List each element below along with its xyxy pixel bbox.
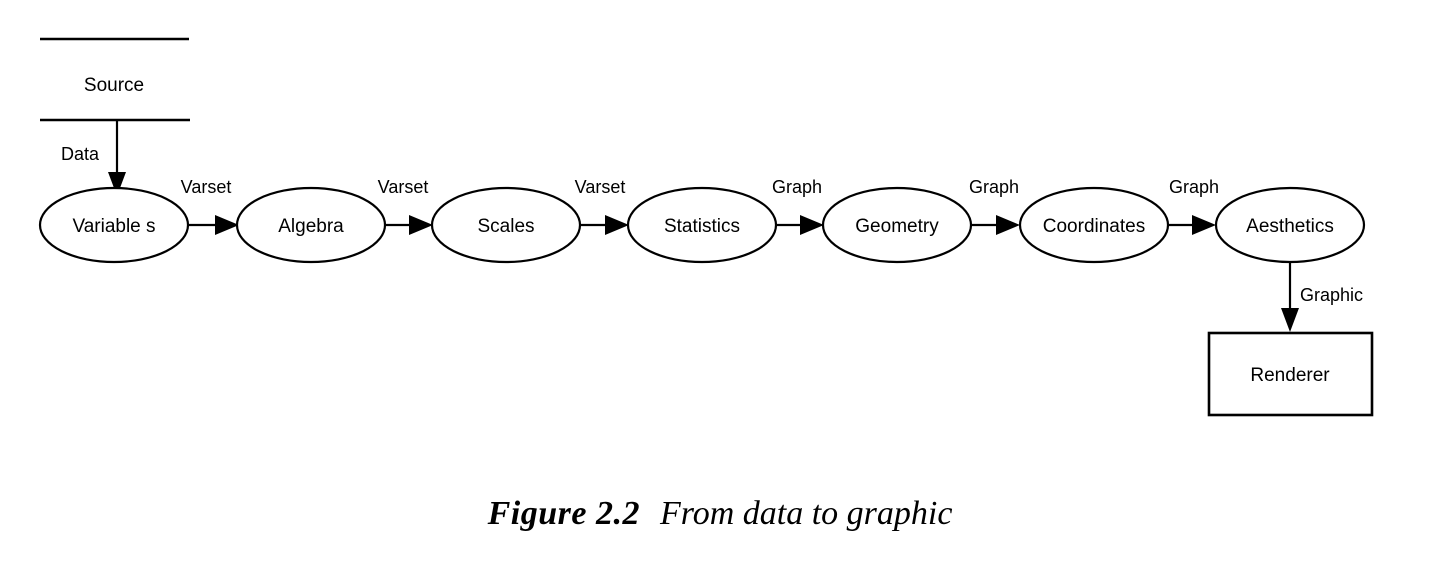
source-table-header: Source [40,37,190,122]
figure-caption-text: From data to graphic [659,495,953,532]
figure-container: Source Data Variable s Varset Algebra Va… [0,0,1440,583]
node-algebra[interactable]: Algebra [235,186,387,264]
edge-5-arrowhead-icon [996,215,1020,235]
edge-label-varset-2: Varset [378,177,429,197]
figure-caption-number: Figure 2.2 [487,495,640,532]
edge-label-data: Data [61,144,100,164]
node-coordinates-label: Coordinates [1043,216,1145,237]
node-renderer[interactable]: Renderer [1207,331,1374,417]
node-scales-label: Scales [477,216,534,237]
edge-label-graph-1: Graph [772,177,822,197]
node-variables-label: Variable s [72,216,155,237]
node-renderer-label: Renderer [1250,365,1330,386]
edge-source-to-variables: Data [61,120,126,196]
edge-label-graphic: Graphic [1300,285,1363,305]
node-coordinates[interactable]: Coordinates [1018,186,1170,264]
node-aesthetics[interactable]: Aesthetics [1214,186,1366,264]
edge-coordinates-to-aesthetics: Graph [1168,177,1219,235]
edge-aesthetics-to-renderer: Graphic [1281,262,1363,332]
edge-label-varset-3: Varset [575,177,626,197]
node-algebra-label: Algebra [278,216,344,237]
edge-3-arrowhead-icon [605,215,629,235]
node-statistics-label: Statistics [664,216,740,237]
edge-graphic-arrowhead-icon [1281,308,1299,332]
node-scales[interactable]: Scales [430,186,582,264]
edge-4-arrowhead-icon [800,215,824,235]
edge-scales-to-statistics: Varset [575,177,629,235]
node-geometry[interactable]: Geometry [821,186,973,264]
edge-2-arrowhead-icon [409,215,433,235]
edge-label-varset-1: Varset [181,177,232,197]
edge-variables-to-algebra: Varset [181,177,239,235]
source-label: Source [84,75,144,96]
edge-1-arrowhead-icon [215,215,239,235]
node-aesthetics-label: Aesthetics [1246,216,1334,237]
edge-statistics-to-geometry: Graph [772,177,824,235]
figure-caption: Figure 2.2 From data to graphic [0,495,1440,533]
edge-geometry-to-coordinates: Graph [969,177,1020,235]
edge-label-graph-2: Graph [969,177,1019,197]
edge-label-graph-3: Graph [1169,177,1219,197]
node-statistics[interactable]: Statistics [626,186,778,264]
edge-6-arrowhead-icon [1192,215,1216,235]
node-geometry-label: Geometry [855,216,939,237]
node-variables[interactable]: Variable s [38,186,190,264]
